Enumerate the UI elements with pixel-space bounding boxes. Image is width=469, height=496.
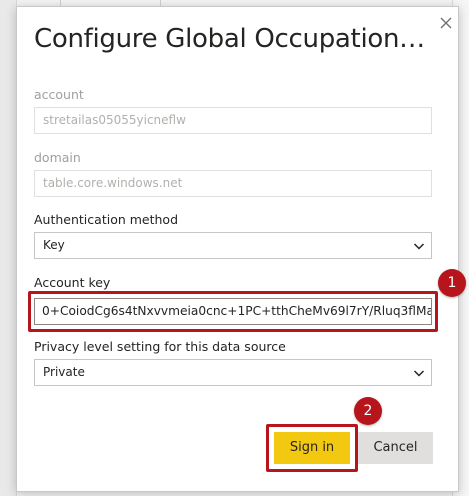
- auth-method-value: Key: [43, 238, 65, 252]
- chevron-down-icon: [413, 370, 425, 377]
- sign-in-button[interactable]: Sign in: [274, 432, 350, 464]
- account-key-input[interactable]: 0+CoiodCg6s4tNxvvmeia0cnc+1PC+tthCheMv69…: [34, 298, 432, 325]
- auth-method-label: Authentication method: [34, 212, 179, 227]
- auth-method-select[interactable]: Key: [34, 232, 432, 259]
- domain-field: table.core.windows.net: [34, 170, 432, 197]
- close-icon[interactable]: [437, 14, 455, 32]
- callout-badge-2: 2: [354, 397, 382, 425]
- account-label: account: [34, 87, 84, 102]
- background-panel-left: [0, 0, 17, 496]
- callout-badge-1: 1: [438, 269, 466, 297]
- dialog-title: Configure Global Occupation…: [34, 24, 425, 54]
- domain-label: domain: [34, 150, 81, 165]
- privacy-label: Privacy level setting for this data sour…: [34, 339, 286, 354]
- account-field: stretailas05055yicneflw: [34, 107, 432, 134]
- account-key-label: Account key: [34, 275, 111, 290]
- cancel-button[interactable]: Cancel: [358, 432, 433, 464]
- privacy-value: Private: [43, 365, 85, 379]
- chevron-down-icon: [413, 243, 425, 250]
- background-scroll-edge: [458, 232, 467, 254]
- privacy-select[interactable]: Private: [34, 359, 432, 386]
